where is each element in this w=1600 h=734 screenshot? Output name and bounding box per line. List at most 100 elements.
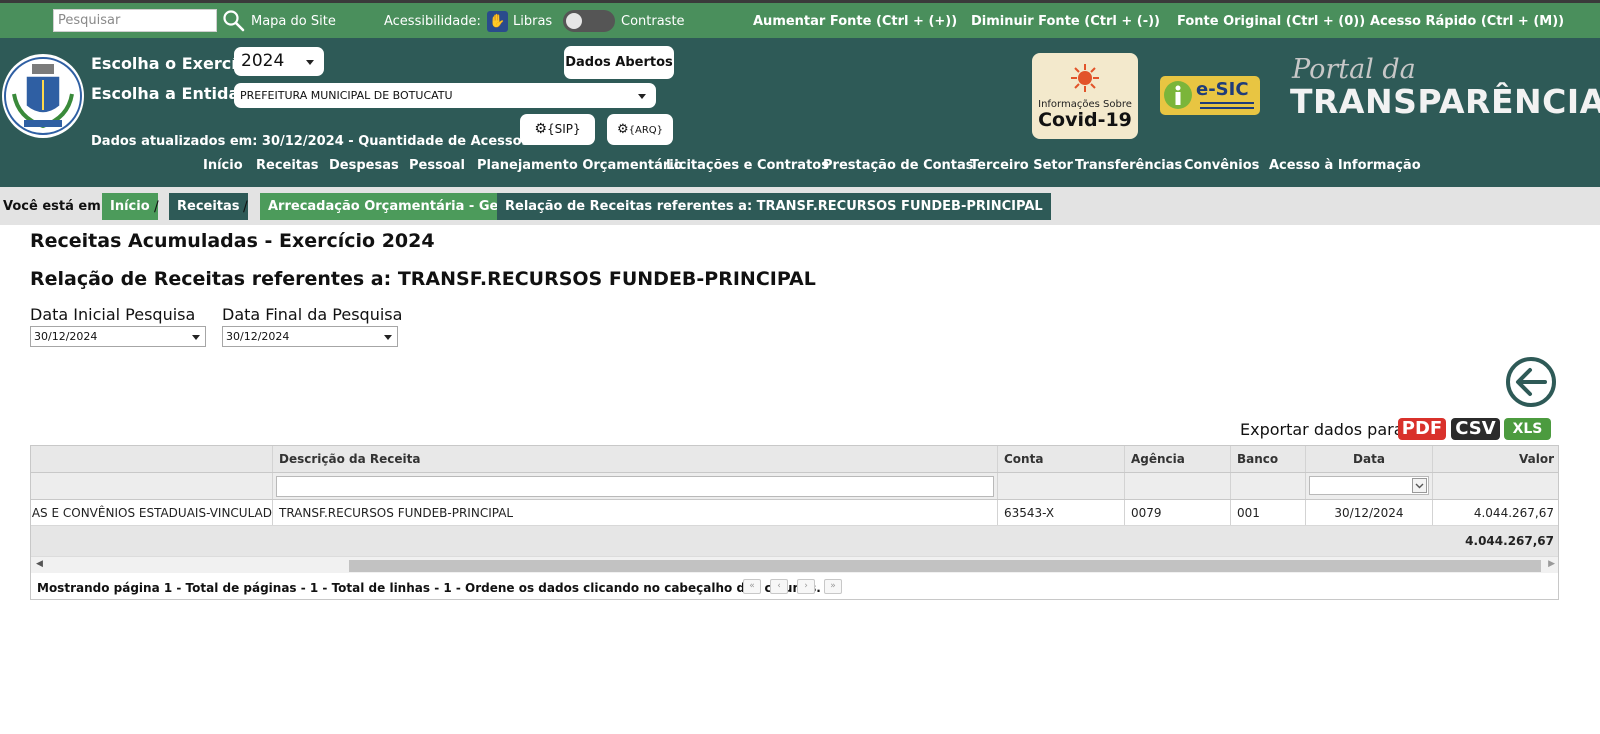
breadcrumb-separator: / [154, 199, 159, 215]
covid-line2: Covid-19 [1038, 109, 1132, 131]
start-date-value: 30/12/2024 [34, 330, 98, 343]
scrollbar-thumb[interactable] [349, 560, 1541, 572]
esic-caption-line [1200, 102, 1254, 104]
table-row[interactable]: NCIAS E CONVÊNIOS ESTADUAIS-VINCULAD TRA… [31, 500, 1558, 526]
nav-item-acesso-informacao[interactable]: Acesso à Informação [1269, 158, 1421, 173]
page-subtitle: Relação de Receitas referentes a: TRANSF… [30, 268, 816, 290]
start-date-select[interactable]: 30/12/2024 [30, 326, 206, 347]
decrease-font-link[interactable]: Diminuir Fonte (Ctrl + (-)) [971, 14, 1160, 29]
column-header-data[interactable]: Data [1306, 446, 1433, 472]
api-sip-button[interactable]: ⚙{SIP} [520, 114, 595, 145]
portal-title-line2: TRANSPARÊNCIA [1290, 82, 1600, 121]
last-page-icon[interactable]: » [824, 579, 842, 594]
end-date-value: 30/12/2024 [226, 330, 290, 343]
nav-item-receitas[interactable]: Receitas [256, 158, 319, 173]
quick-access-link[interactable]: Acesso Rápido (Ctrl + (M)) [1370, 14, 1564, 29]
entity-select[interactable]: PREFEITURA MUNICIPAL DE BOTUCATU [234, 83, 656, 108]
virus-icon [1071, 64, 1099, 92]
receitas-table: Descrição da Receita Conta Agência Banco… [30, 445, 1559, 600]
breadcrumb-item-current: Relação de Receitas referentes a: TRANSF… [497, 193, 1051, 220]
contrast-toggle[interactable] [563, 10, 615, 32]
row-cell-conta: 63543-X [998, 500, 1125, 525]
accessibility-bar: Mapa do Site Acessibilidade: ✋ Libras Co… [0, 0, 1600, 38]
horizontal-scrollbar[interactable]: ◀ ▶ [31, 556, 1558, 573]
export-pdf-button[interactable]: PDF [1398, 418, 1446, 440]
breadcrumb-item-arrecadacao[interactable]: Arrecadação Orçamentária - Geral [260, 193, 526, 220]
nav-item-convenios[interactable]: Convênios [1184, 158, 1259, 173]
contrast-label: Contraste [621, 14, 685, 29]
arrow-left-icon [1516, 368, 1547, 396]
pager-status-text: Mostrando página 1 - Total de páginas - … [37, 581, 821, 595]
nav-item-despesas[interactable]: Despesas [329, 158, 399, 173]
back-button[interactable] [1506, 357, 1556, 407]
city-coat-of-arms-logo[interactable] [2, 54, 84, 138]
open-data-button[interactable]: Dados Abertos [564, 46, 674, 79]
nav-item-inicio[interactable]: Início [203, 158, 243, 173]
column-header-descricao[interactable]: Descrição da Receita [273, 446, 998, 472]
descricao-filter-input[interactable] [276, 476, 994, 497]
end-date-label: Data Final da Pesquisa [222, 305, 403, 324]
export-xls-button[interactable]: XLS [1504, 418, 1551, 440]
nav-item-prestacao[interactable]: Prestação de Contas [823, 158, 974, 173]
scroll-right-arrow-icon[interactable]: ▶ [1548, 559, 1555, 569]
breadcrumb-item-receitas[interactable]: Receitas [169, 193, 248, 220]
next-page-icon[interactable]: › [797, 579, 815, 594]
filter-cell [1231, 473, 1306, 499]
column-header-conta[interactable]: Conta [998, 446, 1125, 472]
column-header-agencia[interactable]: Agência [1125, 446, 1231, 472]
prev-page-icon[interactable]: ‹ [770, 579, 788, 594]
breadcrumb: Você está em: Início / Receitas / Arreca… [0, 187, 1600, 225]
libras-hand-icon[interactable]: ✋ [487, 11, 508, 32]
exercise-select-value: 2024 [241, 51, 285, 71]
libras-link[interactable]: Libras [513, 14, 552, 29]
chevron-down-icon [638, 93, 646, 99]
api-arq-button[interactable]: ⚙{ARQ} [607, 114, 673, 145]
data-filter-select[interactable] [1309, 476, 1429, 495]
row-cell-valor: 4.044.267,67 [1473, 506, 1554, 520]
row-cell-descricao: TRANSF.RECURSOS FUNDEB-PRINCIPAL [273, 500, 998, 525]
export-csv-button[interactable]: CSV [1451, 418, 1500, 440]
first-page-icon[interactable]: « [743, 579, 761, 594]
search-input[interactable] [53, 9, 217, 32]
column-header-categoria[interactable] [31, 446, 273, 472]
row-cell-agencia: 0079 [1125, 500, 1231, 525]
site-map-link[interactable]: Mapa do Site [251, 14, 336, 29]
chevron-down-icon [1412, 478, 1427, 493]
esic-banner[interactable]: e-SIC [1160, 76, 1260, 115]
gear-icon: ⚙ [616, 122, 629, 137]
column-header-banco[interactable]: Banco [1231, 446, 1306, 472]
export-label: Exportar dados para: [1240, 420, 1409, 439]
accessibility-label: Acessibilidade: [384, 14, 481, 29]
increase-font-link[interactable]: Aumentar Fonte (Ctrl + (+)) [753, 14, 957, 29]
nav-item-planejamento[interactable]: Planejamento Orçamentário [477, 158, 683, 173]
api-arq-label: {ARQ} [628, 125, 664, 136]
toggle-knob [566, 13, 582, 29]
end-date-select[interactable]: 30/12/2024 [222, 326, 398, 347]
original-font-link[interactable]: Fonte Original (Ctrl + (0)) [1177, 14, 1365, 29]
row-cell-categoria: NCIAS E CONVÊNIOS ESTADUAIS-VINCULAD [31, 500, 273, 525]
table-pager: Mostrando página 1 - Total de páginas - … [31, 573, 1558, 599]
nav-item-transferencias[interactable]: Transferências [1075, 158, 1182, 173]
breadcrumb-item-inicio[interactable]: Início [102, 193, 158, 220]
column-header-valor[interactable]: Valor [1433, 446, 1558, 472]
page-title: Receitas Acumuladas - Exercício 2024 [30, 230, 435, 252]
row-cell-data: 30/12/2024 [1306, 500, 1433, 525]
breadcrumb-separator: / [243, 199, 248, 215]
search-icon[interactable] [222, 9, 246, 33]
filter-cell [31, 473, 273, 499]
info-icon [1164, 81, 1192, 109]
gear-icon: ⚙ [534, 121, 547, 137]
filter-cell [273, 473, 998, 499]
nav-item-pessoal[interactable]: Pessoal [409, 158, 465, 173]
covid-info-banner[interactable]: Informações Sobre Covid-19 [1032, 53, 1138, 139]
nav-item-terceiro-setor[interactable]: Terceiro Setor [970, 158, 1073, 173]
scroll-left-arrow-icon[interactable]: ◀ [36, 559, 43, 569]
site-header: Escolha o Exercício: 2024 Escolha a Enti… [0, 38, 1600, 187]
exercise-select[interactable]: 2024 [234, 47, 324, 76]
nav-item-licitacoes[interactable]: Licitações e Contratos [666, 158, 829, 173]
table-total-row: 4.044.267,67 [31, 526, 1558, 556]
filter-cell [1125, 473, 1231, 499]
filter-cell [1306, 473, 1433, 499]
total-valor: 4.044.267,67 [1465, 534, 1554, 548]
entity-select-value: PREFEITURA MUNICIPAL DE BOTUCATU [240, 89, 453, 102]
